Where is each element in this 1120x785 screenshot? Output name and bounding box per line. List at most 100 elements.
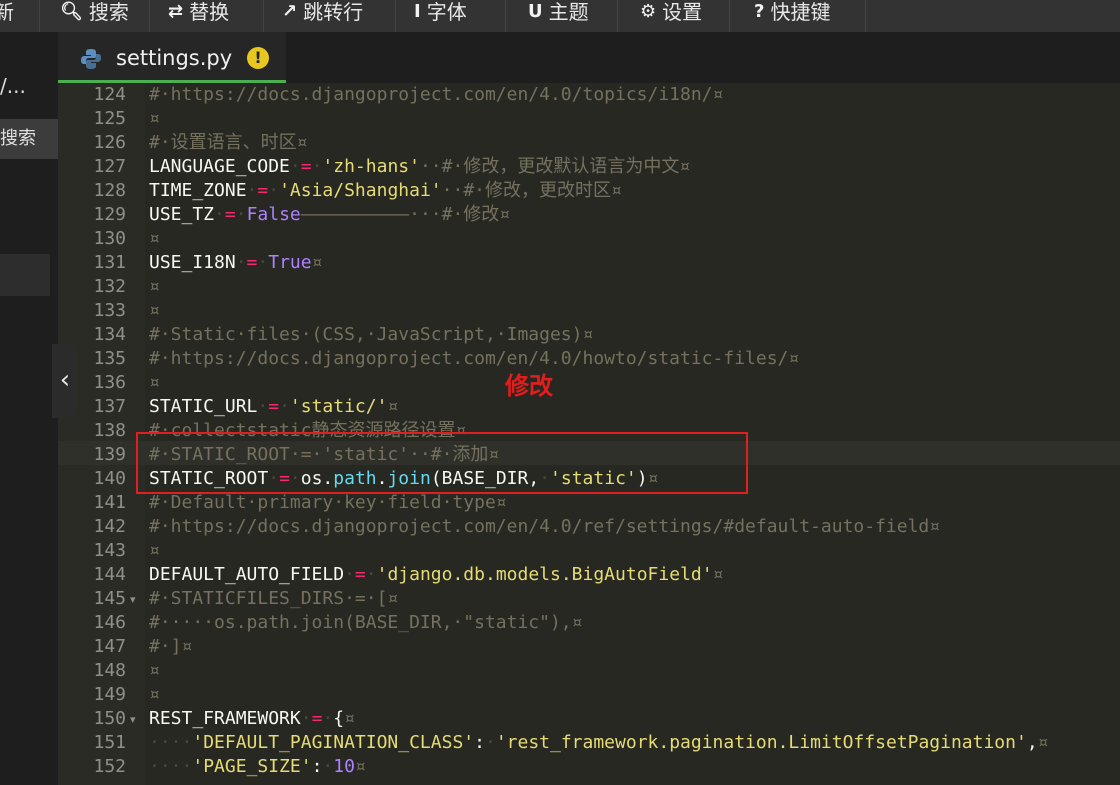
code-line[interactable]: #·https://docs.djangoproject.com/en/4.0/… xyxy=(149,515,940,539)
code-token: · xyxy=(311,156,323,177)
code-line[interactable]: #·https://docs.djangoproject.com/en/4.0/… xyxy=(149,83,723,107)
toolbar-item-goto-line[interactable]: ↗ 跳转行 xyxy=(264,0,396,32)
code-line[interactable]: ¤ xyxy=(149,539,160,563)
line-number: 143 xyxy=(93,540,126,561)
code-token: #·https://docs.djangoproject.com/en/4.0/… xyxy=(149,84,724,105)
line-number: 129 xyxy=(93,204,126,225)
code-line[interactable]: STATIC_URL·=·'static/'¤ xyxy=(149,395,398,419)
code-token: #·STATICFILES_DIRS·=·[¤ xyxy=(149,588,399,609)
code-token: ¤ xyxy=(149,684,160,705)
toolbar-item-theme[interactable]: U 主题 xyxy=(506,0,618,32)
sidebar: /... 搜索 xyxy=(0,32,58,785)
code-token: ¤ xyxy=(149,540,160,561)
toolbar-label-search: 搜索 xyxy=(88,0,129,24)
code-token: ···· xyxy=(149,732,193,753)
search-icon: 🔍︎ xyxy=(60,1,83,22)
code-line[interactable]: ¤ xyxy=(149,107,160,131)
code-token: { xyxy=(333,708,345,729)
code-token: ¤ xyxy=(354,756,366,777)
code-token: #·https://docs.djangoproject.com/en/4.0/… xyxy=(149,348,800,369)
annotation-note: 修改 xyxy=(505,372,553,400)
tab-bar: settings.py ! xyxy=(58,32,1120,83)
chevron-left-icon: ‹ xyxy=(59,365,71,395)
code-line[interactable]: #·Static·files·(CSS,·JavaScript,·Images)… xyxy=(149,323,593,347)
code-token: STATIC_URL xyxy=(149,396,258,417)
toolbar-item-settings[interactable]: ⚙ 设置 xyxy=(618,0,730,32)
code-line[interactable]: ¤ xyxy=(149,227,160,251)
code-token: 'DEFAULT_PAGINATION_CLASS' xyxy=(192,732,475,753)
code-line[interactable]: LANGUAGE_CODE·=·'zh-hans'··#·修改，更改默认语言为中… xyxy=(149,155,690,179)
line-number: 148 xyxy=(93,660,126,681)
code-token: · xyxy=(484,732,496,753)
python-icon xyxy=(81,49,101,69)
code-line[interactable]: ¤ xyxy=(149,659,160,683)
code-token: ¤ xyxy=(387,396,399,417)
line-number: 140 xyxy=(93,468,126,489)
code-line[interactable]: ····'PAGE_SIZE':·10¤ xyxy=(149,755,366,779)
line-number: 150 xyxy=(93,708,126,729)
code-line[interactable]: #·设置语言、时区¤ xyxy=(149,131,308,155)
code-token: · xyxy=(322,708,334,729)
sidebar-search-button[interactable]: 搜索 xyxy=(0,119,58,159)
code-token: = xyxy=(354,564,366,585)
code-line[interactable]: USE_I18N·=·True¤ xyxy=(149,251,322,275)
sidebar-title[interactable]: /... xyxy=(0,74,26,98)
code-token: = xyxy=(224,204,236,225)
tab-settings-py[interactable]: settings.py ! xyxy=(58,32,286,83)
fold-chevron-icon[interactable]: ▾ xyxy=(130,713,136,726)
code-token: #·Default·primary·key·field·type¤ xyxy=(149,492,507,513)
line-number: 144 xyxy=(93,564,126,585)
toolbar-item-new[interactable]: 新 xyxy=(0,0,40,32)
code-token: · xyxy=(322,756,334,777)
code-line[interactable]: ¤ xyxy=(149,299,160,323)
toolbar-item-search[interactable]: 🔍︎ 搜索 xyxy=(40,0,150,32)
code-token: · xyxy=(246,180,258,201)
code-token: ··#·修改，更改时区¤ xyxy=(441,180,622,201)
code-line[interactable]: #·https://docs.djangoproject.com/en/4.0/… xyxy=(149,347,799,371)
code-line[interactable]: USE_TZ·=·False——————————···#·修改¤ xyxy=(149,203,510,227)
code-token: #·设置语言、时区¤ xyxy=(149,132,308,153)
collapse-sidebar-button[interactable]: ‹ xyxy=(52,344,78,418)
code-token: = xyxy=(246,252,258,273)
line-number: 147 xyxy=(93,636,126,657)
code-token: · xyxy=(235,252,247,273)
toolbar-label-new: 新 xyxy=(0,0,14,24)
code-line[interactable]: ¤ xyxy=(149,683,160,707)
line-number: 126 xyxy=(93,132,126,153)
toolbar-label-shortcuts: 快捷键 xyxy=(770,0,831,24)
toolbar-item-replace[interactable]: ⇄ 替换 xyxy=(150,0,264,32)
code-line[interactable]: DEFAULT_AUTO_FIELD·=·'django.db.models.B… xyxy=(149,563,723,587)
code-line[interactable]: ¤ xyxy=(149,371,160,395)
code-token: = xyxy=(300,156,312,177)
code-token: 'rest_framework.pagination.LimitOffsetPa… xyxy=(495,732,1027,753)
code-token: = xyxy=(268,396,280,417)
code-line[interactable]: TIME_ZONE·=·'Asia/Shanghai'··#·修改，更改时区¤ xyxy=(149,179,622,203)
code-token: DEFAULT_AUTO_FIELD xyxy=(149,564,345,585)
code-token: · xyxy=(365,564,377,585)
tab-filename: settings.py xyxy=(116,46,233,70)
code-line[interactable]: #·Default·primary·key·field·type¤ xyxy=(149,491,507,515)
line-number: 151 xyxy=(93,732,126,753)
line-number: 130 xyxy=(93,228,126,249)
toolbar-item-shortcuts[interactable]: ? 快捷键 xyxy=(730,0,866,32)
code-token: #·····os.path.join(BASE_DIR,·"static"),¤ xyxy=(149,612,583,633)
toolbar-item-font[interactable]: I 字体 xyxy=(396,0,506,32)
code-line[interactable]: #·····os.path.join(BASE_DIR,·"static"),¤ xyxy=(149,611,582,635)
code-line[interactable]: #·]¤ xyxy=(149,635,192,659)
gear-icon: ⚙ xyxy=(640,1,657,22)
code-token: True xyxy=(268,252,312,273)
code-token: REST_FRAMEWORK xyxy=(149,708,301,729)
code-line[interactable]: #·STATICFILES_DIRS·=·[¤ xyxy=(149,587,398,611)
line-number: 139 xyxy=(93,444,126,465)
sidebar-active-item[interactable] xyxy=(0,254,50,296)
code-token: ¤ xyxy=(149,276,160,297)
code-token: ¤ xyxy=(149,300,160,321)
code-line[interactable]: ¤ xyxy=(149,275,160,299)
code-token: TIME_ZONE xyxy=(149,180,247,201)
toolbar-label-goto-line: 跳转行 xyxy=(303,0,364,24)
code-line[interactable]: REST_FRAMEWORK·=·{¤ xyxy=(149,707,355,731)
toolbar-label-settings: 设置 xyxy=(662,0,703,24)
fold-chevron-icon[interactable]: ▾ xyxy=(130,593,136,606)
line-number: 131 xyxy=(93,252,126,273)
code-line[interactable]: ····'DEFAULT_PAGINATION_CLASS':·'rest_fr… xyxy=(149,731,1049,755)
